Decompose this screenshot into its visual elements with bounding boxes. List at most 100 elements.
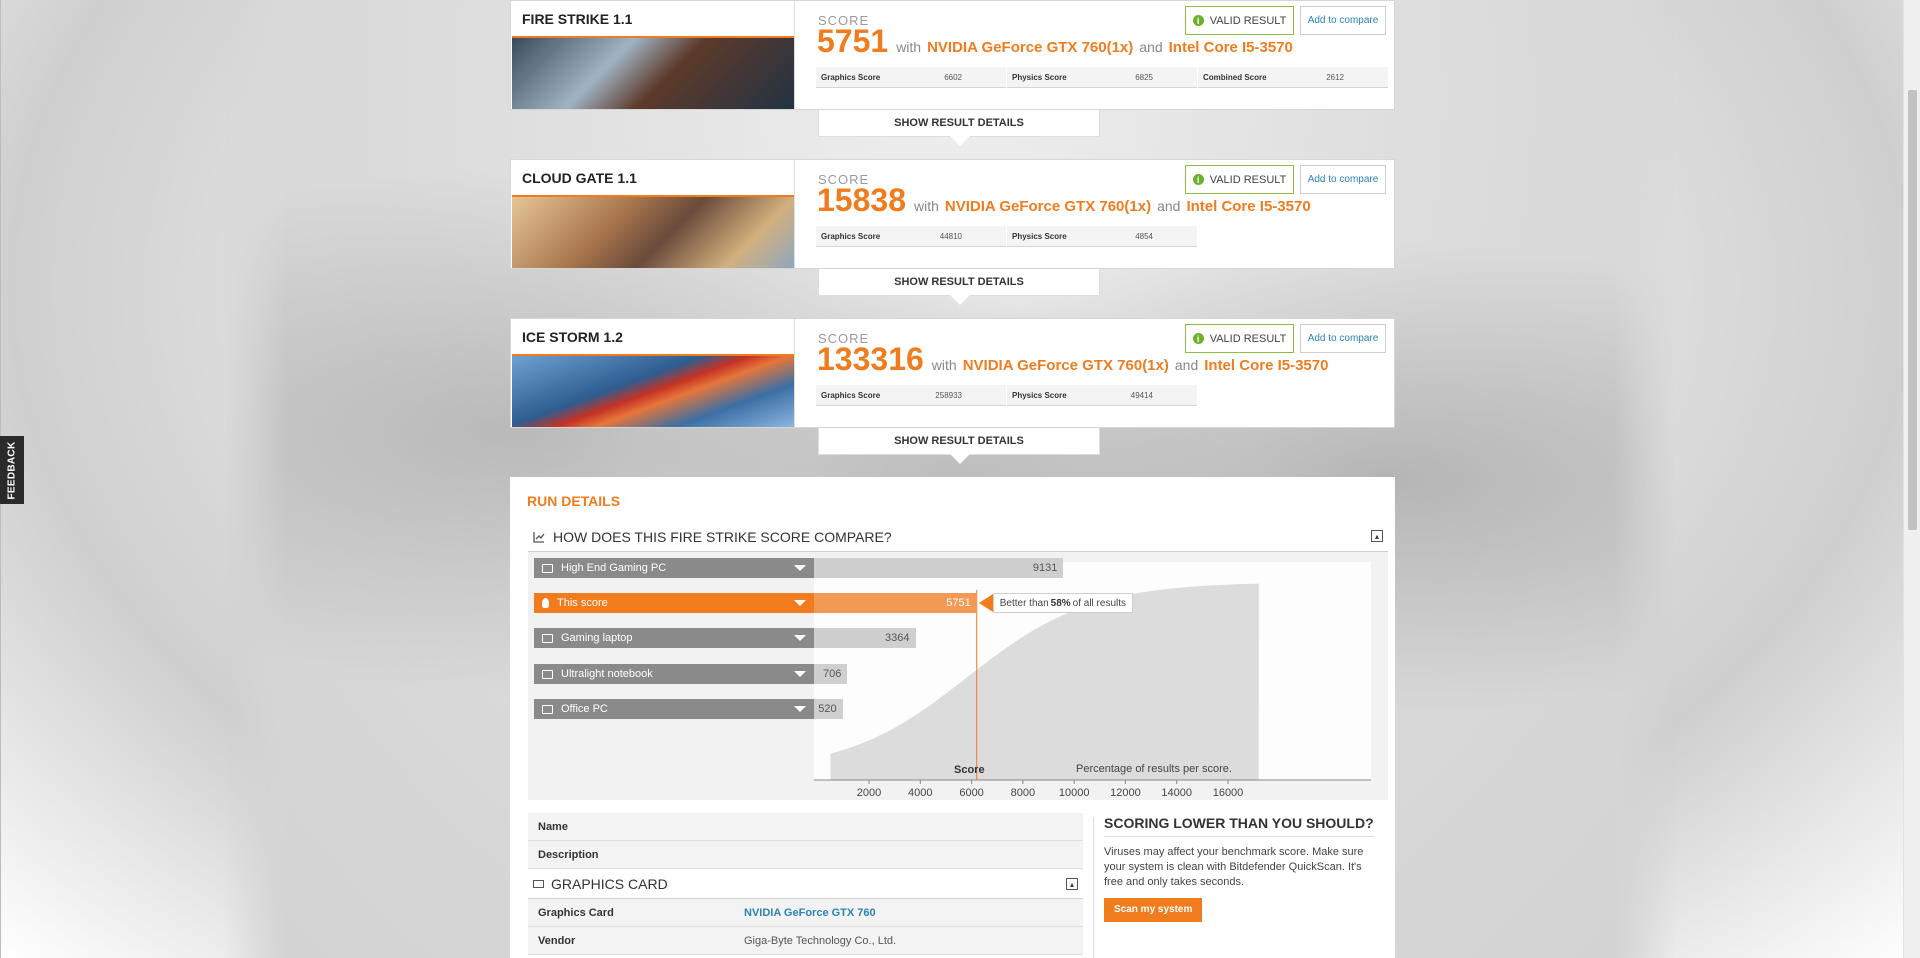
comparison-bar: 5751: [814, 593, 977, 613]
collapse-icon[interactable]: ▴: [1066, 878, 1078, 890]
collapse-icon[interactable]: ▴: [1371, 530, 1383, 542]
subscore-combined: Combined Score 2612: [1198, 67, 1388, 88]
chevron-down-icon: [794, 706, 806, 712]
comparison-category-dropdown[interactable]: Office PC: [534, 699, 814, 719]
info-row-name: Name: [528, 813, 1083, 841]
benchmark-thumbnail-column: FIRE STRIKE 1.1: [511, 1, 795, 111]
gpu-link[interactable]: NVIDIA GeForce GTX 760(1x): [927, 39, 1133, 56]
score-with: with: [931, 357, 957, 373]
benchmark-title: FIRE STRIKE 1.1: [522, 11, 633, 27]
scan-my-system-button[interactable]: Scan my system: [1104, 898, 1203, 922]
comparison-category-dropdown[interactable]: High End Gaming PC: [534, 558, 814, 578]
valid-result-button[interactable]: i VALID RESULT: [1185, 6, 1294, 35]
subscore-graphics: Graphics Score 6602: [816, 67, 1006, 88]
gpu-link[interactable]: NVIDIA GeForce GTX 760(1x): [945, 198, 1151, 215]
graphics-card-link[interactable]: NVIDIA GeForce GTX 760: [744, 907, 876, 919]
info-row-description: Description: [528, 841, 1083, 869]
subscore-label: Graphics Score: [821, 390, 881, 400]
scoring-lower-box: SCORING LOWER THAN YOU SHOULD? Viruses m…: [1104, 815, 1374, 922]
scoring-lower-title: SCORING LOWER THAN YOU SHOULD?: [1104, 815, 1374, 837]
x-axis-label: Score: [954, 764, 985, 776]
comparison-category-label: High End Gaming PC: [561, 562, 667, 574]
subscore-value: 6825: [1135, 72, 1153, 82]
score-value: 15838: [817, 182, 906, 218]
score-and: and: [1174, 357, 1199, 373]
comparison-bar: 3364: [814, 628, 916, 648]
cpu-link[interactable]: Intel Core I5-3570: [1204, 357, 1328, 374]
comparison-row: Gaming laptop: [534, 628, 814, 648]
chart-icon: [533, 531, 545, 543]
show-result-details-button[interactable]: SHOW RESULT DETAILS: [818, 269, 1100, 305]
cpu-link[interactable]: Intel Core I5-3570: [1186, 198, 1310, 215]
comparison-bar: 706: [814, 664, 848, 684]
info-key: Name: [538, 820, 568, 833]
score-compare-chart: 2000 4000 6000 8000 10000 12000 14000 16000 Hig…: [528, 552, 1388, 800]
subscore-value: 44810: [939, 231, 962, 241]
info-icon: i: [1192, 174, 1204, 185]
comparison-category-dropdown[interactable]: This score: [534, 593, 814, 613]
subscore-label: Physics Score: [1012, 231, 1067, 241]
cpu-link[interactable]: Intel Core I5-3570: [1169, 39, 1293, 56]
subscores: Graphics Score 258933 Physics Score 4941…: [816, 385, 1198, 406]
info-icon: i: [1192, 15, 1204, 26]
subscores: Graphics Score 6602 Physics Score 6825 C…: [816, 67, 1389, 88]
x-tick-label: 12000: [1110, 787, 1141, 799]
better-percentage: 58%: [1050, 597, 1071, 609]
better-than-callout: Better than 58% of all results: [992, 593, 1134, 613]
subscore-value: 258933: [935, 390, 962, 400]
subscore-value: 4854: [1135, 231, 1153, 241]
result-card-cloud-gate: CLOUD GATE 1.1 SCORE 15838 with NVIDIA G…: [510, 159, 1395, 270]
subscore-graphics: Graphics Score 44810: [816, 226, 1006, 247]
subscores: Graphics Score 44810 Physics Score 4854: [816, 226, 1198, 247]
comparison-row: Ultralight notebook: [534, 664, 814, 684]
subscore-value: 49414: [1130, 390, 1153, 400]
result-card-ice-storm: ICE STORM 1.2 SCORE 133316 with NVIDIA G…: [510, 318, 1395, 429]
score-compare-section: HOW DOES THIS FIRE STRIKE SCORE COMPARE?…: [528, 522, 1388, 800]
x-tick-label: 14000: [1161, 787, 1192, 799]
x-tick-label: 2000: [857, 787, 881, 799]
benchmark-thumbnail-column: ICE STORM 1.2: [511, 319, 795, 429]
comparison-category-dropdown[interactable]: Gaming laptop: [534, 628, 814, 648]
valid-result-label: VALID RESULT: [1209, 14, 1287, 27]
score-compare-header[interactable]: HOW DOES THIS FIRE STRIKE SCORE COMPARE?…: [528, 522, 1388, 552]
gpu-link[interactable]: NVIDIA GeForce GTX 760(1x): [963, 357, 1169, 374]
distribution-note: Percentage of results per score.: [1076, 763, 1232, 775]
score-value: 133316: [817, 341, 924, 377]
run-details-title: RUN DETAILS: [527, 493, 621, 509]
valid-result-button[interactable]: i VALID RESULT: [1185, 165, 1294, 194]
run-details-panel: RUN DETAILS HOW DOES THIS FIRE STRIKE SC…: [510, 477, 1395, 958]
chevron-down-icon: [794, 635, 806, 641]
better-prefix: Better than: [999, 597, 1049, 609]
graphics-card-header[interactable]: GRAPHICS CARD ▴: [528, 869, 1083, 899]
info-value: Giga-Byte Technology Co., Ltd.: [744, 934, 897, 947]
scrollbar[interactable]: [1903, 0, 1920, 958]
monitor-icon: [533, 879, 544, 888]
valid-result-label: VALID RESULT: [1209, 173, 1287, 186]
add-to-compare-button[interactable]: Add to compare: [1300, 165, 1386, 194]
comparison-row: This score: [534, 593, 814, 613]
x-tick-label: 4000: [908, 787, 932, 799]
subscore-label: Combined Score: [1203, 72, 1267, 82]
comparison-category-dropdown[interactable]: Ultralight notebook: [534, 664, 814, 684]
this-score-marker: [978, 594, 993, 612]
info-key: Description: [538, 848, 599, 861]
valid-result-label: VALID RESULT: [1209, 332, 1287, 345]
show-result-details-button[interactable]: SHOW RESULT DETAILS: [818, 110, 1100, 146]
benchmark-image: [512, 354, 794, 427]
comparison-category-label: This score: [557, 597, 608, 609]
scrollbar-thumb[interactable]: [1908, 90, 1917, 530]
add-to-compare-button[interactable]: Add to compare: [1300, 6, 1386, 35]
subscore-physics: Physics Score 6825: [1007, 67, 1197, 88]
subscore-label: Physics Score: [1012, 390, 1067, 400]
valid-result-button[interactable]: i VALID RESULT: [1185, 324, 1294, 353]
laptop-icon: [542, 669, 553, 679]
chevron-down-icon: [794, 600, 806, 606]
x-tick-label: 8000: [1011, 787, 1035, 799]
feedback-tab[interactable]: FEEDBACK: [0, 436, 24, 504]
monitor-icon: [542, 563, 553, 573]
subscore-value: 6602: [944, 72, 962, 82]
add-to-compare-button[interactable]: Add to compare: [1300, 324, 1386, 353]
x-tick-label: 6000: [959, 787, 983, 799]
score-and: and: [1139, 39, 1163, 55]
show-result-details-button[interactable]: SHOW RESULT DETAILS: [818, 428, 1100, 464]
